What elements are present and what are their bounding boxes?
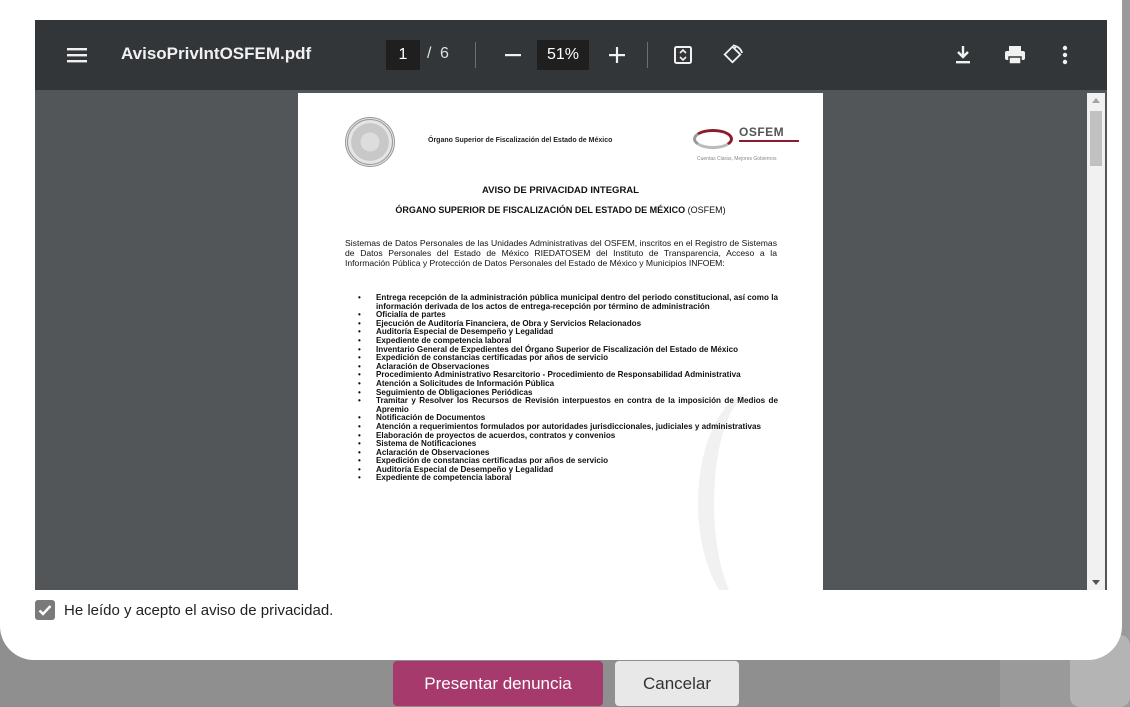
state-seal-icon [345, 117, 395, 167]
menu-button[interactable] [59, 37, 95, 73]
more-options-button[interactable] [1047, 37, 1083, 73]
zoom-in-button[interactable] [599, 37, 635, 73]
file-title: AvisoPrivIntOSFEM.pdf [121, 44, 312, 63]
scroll-down-icon[interactable] [1092, 580, 1100, 585]
org-header: Órgano Superior de Fiscalización del Est… [428, 137, 613, 144]
submit-complaint-button[interactable]: Presentar denuncia [393, 661, 603, 706]
minus-icon [505, 54, 521, 57]
download-button[interactable] [945, 37, 981, 73]
print-button[interactable] [997, 37, 1033, 73]
rotate-button[interactable] [715, 37, 751, 73]
systems-list: Entrega recepción de la administración p… [358, 293, 778, 483]
consent-row: He leído y acepto el aviso de privacidad… [35, 600, 333, 620]
zoom-input[interactable] [537, 40, 589, 70]
fit-page-icon [674, 46, 692, 64]
osfem-logo: OSFEM Cuentas Claras, Mejores Gobiernos [693, 123, 803, 168]
page-number-input[interactable] [386, 40, 420, 70]
print-icon [1005, 46, 1025, 65]
list-item: Entrega recepción de la administración p… [358, 293, 778, 311]
download-icon [956, 46, 970, 64]
logo-name: OSFEM [739, 125, 785, 139]
fit-page-button[interactable] [665, 37, 701, 73]
logo-eye-icon [693, 129, 733, 149]
intro-paragraph: Sistemas de Datos Personales de las Unid… [345, 238, 777, 268]
list-item: Expediente de competencia laboral [358, 474, 778, 483]
more-vertical-icon [1062, 45, 1068, 65]
cancel-button[interactable]: Cancelar [615, 661, 739, 706]
document-subtitle: ÓRGANO SUPERIOR DE FISCALIZACIÓN DEL EST… [298, 205, 823, 215]
toolbar-divider [475, 42, 476, 68]
check-icon [38, 605, 52, 616]
zoom-out-button[interactable] [495, 37, 531, 73]
privacy-modal: AvisoPrivIntOSFEM.pdf / 6 [0, 0, 1122, 660]
scroll-up-icon[interactable] [1092, 98, 1100, 103]
logo-tagline: Cuentas Claras, Mejores Gobiernos [697, 156, 777, 162]
toolbar-divider [647, 42, 648, 68]
pdf-page: Órgano Superior de Fiscalización del Est… [298, 93, 823, 590]
rotate-icon [723, 44, 743, 64]
plus-icon [609, 47, 625, 63]
consent-label: He leído y acepto el aviso de privacidad… [64, 601, 334, 619]
pdf-toolbar: AvisoPrivIntOSFEM.pdf / 6 [35, 20, 1107, 90]
pdf-scrollbar[interactable] [1087, 93, 1105, 590]
scroll-thumb[interactable] [1090, 111, 1102, 166]
document-title: AVISO DE PRIVACIDAD INTEGRAL [482, 185, 639, 196]
list-item: Tramitar y Resolver los Recursos de Revi… [358, 396, 778, 414]
consent-checkbox[interactable] [35, 600, 55, 620]
page-total: 6 [440, 45, 449, 62]
menu-icon [67, 48, 87, 63]
subtitle-bold: ÓRGANO SUPERIOR DE FISCALIZACIÓN DEL EST… [395, 205, 686, 215]
subtitle-rest: (OSFEM) [685, 205, 726, 215]
page-separator: / [427, 45, 432, 62]
logo-rule [739, 140, 799, 150]
pdf-viewer: AvisoPrivIntOSFEM.pdf / 6 [35, 20, 1107, 590]
